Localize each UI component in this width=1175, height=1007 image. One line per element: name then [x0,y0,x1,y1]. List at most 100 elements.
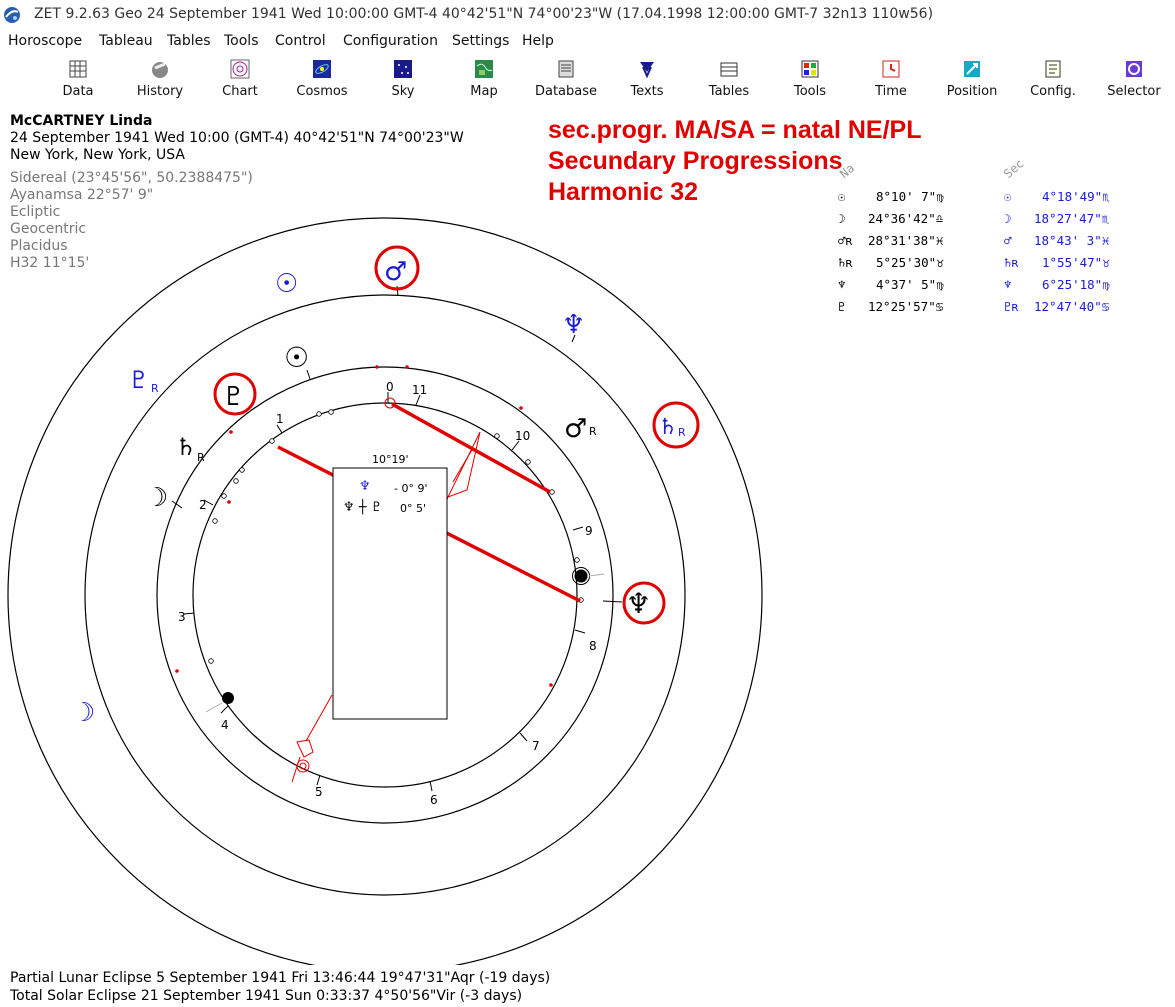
sec-planet-glyph: ☉ [1004,189,1012,204]
config-icon [1045,60,1061,78]
sec-planet-value: 18°27'47"♏ [1034,211,1110,226]
natal-moon-glyph: ☽ [145,483,168,513]
toolbar-texts-button[interactable]: Texts [609,56,685,102]
texts-icon [640,62,654,79]
progressed-saturn-retro: R [678,426,686,439]
house-number-5: 5 [315,785,323,799]
sec-planet-glyph: ♄ʀ [1004,255,1020,270]
solar-eclipse-line: Total Solar Eclipse 21 September 1941 Su… [10,988,523,1004]
center-box-degree: 10°19' [372,453,409,466]
menu-configuration[interactable]: Configuration [343,33,438,49]
tables-icon [720,62,738,77]
sec-planet-glyph: ♂ [1004,233,1012,248]
toolbar-data-button[interactable]: Data [40,56,116,102]
progressed-saturn-glyph: ♄ [658,415,678,440]
window-title: ZET 9.2.63 Geo 24 September 1941 Wed 10:… [34,6,934,22]
eclipse-info: Partial Lunar Eclipse 5 September 1941 F… [10,969,550,1005]
database-icon [558,60,574,78]
sec-planet-glyph: ♇ʀ [1004,299,1020,314]
toolbar-map-button[interactable]: Map [446,56,522,102]
data-grid-icon [69,60,87,78]
house-number-8: 8 [589,639,597,653]
natal-planet-value: 4°37' 5"♍ [876,277,944,292]
toolbar-config-button[interactable]: Config. [1015,56,1091,102]
menu-horoscope[interactable]: Horoscope [8,33,82,49]
menu-tableau[interactable]: Tableau [99,33,153,49]
progressed-neptune-glyph: ♆ [562,310,585,340]
sec-column-header: Sec [1001,156,1027,181]
selector-icon [1126,61,1142,77]
sec-planet-value: 12°47'40"♋ [1034,299,1110,314]
center-box-neptune-glyph: ♆ [359,479,371,494]
progressed-mars-glyph: ♂ [384,257,407,287]
house-number-0: 0 [386,380,394,394]
marker-leader [205,702,223,713]
natal-planet-glyph: ♆ [838,277,846,292]
house-number-3: 3 [178,610,186,624]
natal-mars-retro: R [589,425,597,438]
glyph-leader [602,600,623,603]
title-bar: ZET 9.2.63 Geo 24 September 1941 Wed 10:… [0,0,1175,30]
progressed-moon-glyph: ☽ [72,698,95,728]
house-number-10: 10 [515,429,530,443]
sec-planet-value: 6°25'18"♍ [1042,277,1110,292]
center-box-value-2: 0° 5' [400,502,426,515]
map-icon [475,60,493,78]
toolbar-position-button[interactable]: Position [934,56,1010,102]
toolbar-cosmos-button[interactable]: Cosmos [284,56,360,102]
natal-planet-glyph: ♇ [838,299,846,314]
house-number-4: 4 [221,718,229,732]
menu-bar: Horoscope Tableau Tables Tools Control C… [0,31,1175,53]
natal-mars-glyph: ♂ [564,414,587,444]
toolbar-time-button[interactable]: Time [853,56,929,102]
progressed-pluto-glyph: ♇ [128,366,150,394]
center-box-midpoint-glyphs: ♆ ┼ ♇ [343,498,382,515]
menu-tables[interactable]: Tables [167,33,211,49]
natal-saturn-glyph: ♄ [175,433,197,461]
house-number-1: 1 [276,412,284,426]
natal-planet-glyph: ♄ʀ [838,255,854,270]
sec-planet-value: 4°18'49"♏ [1042,189,1110,204]
natal-sun-glyph: ☉ [284,341,309,374]
cosmos-icon [313,60,331,78]
natal-saturn-retro: R [197,451,205,464]
natal-planet-value: 12°25'57"♋ [868,299,944,314]
toolbar-sky-button[interactable]: Sky [365,56,441,102]
menu-settings[interactable]: Settings [452,33,509,49]
natal-planet-value: 5°25'30"♉ [876,255,944,270]
history-icon [152,62,168,78]
natal-planet-glyph: ☉ [838,189,846,204]
menu-control[interactable]: Control [275,33,326,49]
tools-icon [801,60,819,78]
harmonic-chart-wheel[interactable]: 0 11 10 9 8 7 6 5 4 3 2 1 10°19' ♆ - 0° … [0,105,800,965]
sec-planet-glyph: ☽ [1004,211,1012,226]
toolbar-database-button[interactable]: Database [528,56,604,102]
natal-planet-value: 28°31'38"♓ [868,233,944,248]
black-planet-marker [222,692,234,704]
natal-planet-glyph: ♂ʀ [838,233,854,248]
toolbar: Data History Chart Cosmos Sky Map Databa… [0,56,1175,104]
menu-tools[interactable]: Tools [224,33,259,49]
house-number-7: 7 [532,739,540,753]
sec-planet-value: 1°55'47"♉ [1042,255,1110,270]
sec-planet-value: 18°43' 3"♓ [1034,233,1110,248]
app-logo-icon [4,7,20,23]
toolbar-history-button[interactable]: History [122,56,198,102]
toolbar-tools-button[interactable]: Tools [772,56,848,102]
toolbar-tables-button[interactable]: Tables [691,56,767,102]
chart-wheel-icon [230,59,250,79]
clock-icon [882,60,900,78]
house-number-9: 9 [585,524,593,538]
lunar-eclipse-line: Partial Lunar Eclipse 5 September 1941 F… [10,970,551,986]
house-number-2: 2 [199,498,207,512]
black-planet-marker [574,569,588,583]
house-number-6: 6 [430,793,438,807]
toolbar-selector-button[interactable]: Selector [1096,56,1172,102]
house-number-11: 11 [412,383,427,397]
sky-stars-icon [394,60,412,78]
natal-planet-value: 8°10' 7"♍ [876,189,944,204]
marker-leader [588,573,605,577]
natal-pluto-glyph: ♇ [222,382,245,412]
menu-help[interactable]: Help [522,33,554,49]
toolbar-chart-button[interactable]: Chart [202,56,278,102]
